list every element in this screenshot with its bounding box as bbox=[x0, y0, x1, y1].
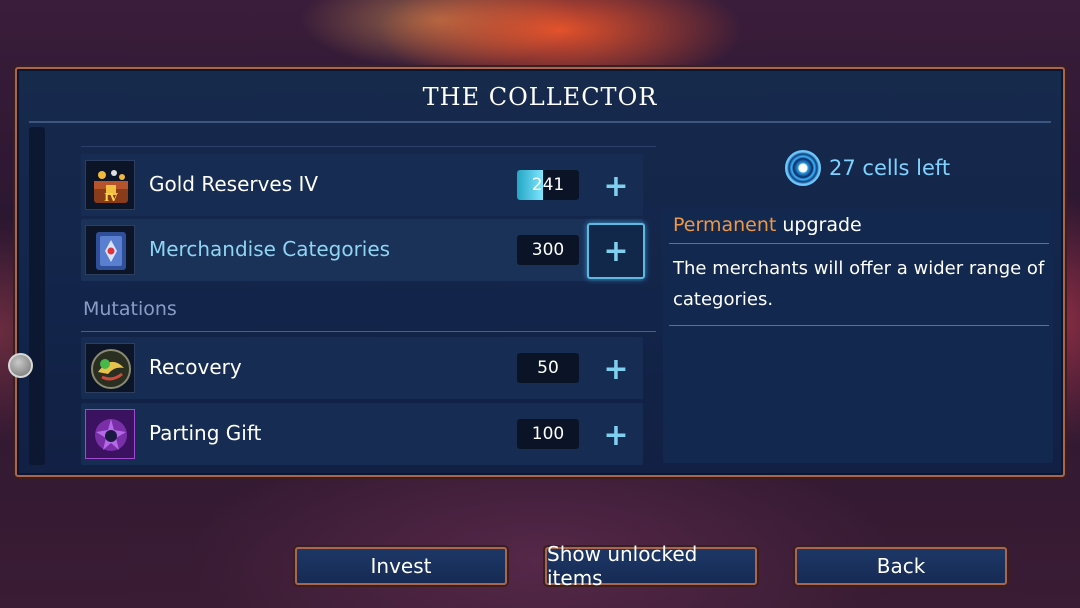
gold-chest-icon: IV bbox=[85, 160, 135, 210]
invest-plus-button[interactable]: + bbox=[587, 341, 645, 397]
upgrade-row-gold-reserves[interactable]: IV Gold Reserves IV 241 + bbox=[81, 154, 643, 216]
recovery-icon bbox=[85, 343, 135, 393]
svg-text:IV: IV bbox=[104, 191, 118, 204]
collector-panel: THE COLLECTOR IV Gold Reserves IV 241 + bbox=[15, 67, 1065, 477]
cells-left-label: 27 cells left bbox=[829, 156, 951, 180]
invest-plus-button[interactable]: + bbox=[587, 407, 645, 463]
merchant-card-icon bbox=[85, 225, 135, 275]
cost-badge: 300 bbox=[517, 235, 579, 265]
cells-counter: 27 cells left bbox=[785, 147, 950, 189]
upgrade-kind-label: upgrade bbox=[776, 214, 862, 236]
invest-plus-button[interactable]: + bbox=[587, 223, 645, 279]
show-unlocked-items-button[interactable]: Show unlocked items bbox=[545, 542, 757, 590]
mutation-label: Recovery bbox=[149, 355, 242, 379]
invest-plus-button[interactable]: + bbox=[587, 158, 645, 214]
permanent-label: Permanent bbox=[673, 214, 777, 236]
cost-badge: 100 bbox=[517, 419, 579, 449]
mutation-row-parting-gift[interactable]: Parting Gift 100 + bbox=[81, 403, 643, 465]
details-pane bbox=[663, 209, 1053, 463]
invest-button[interactable]: Invest bbox=[295, 547, 507, 585]
mutation-row-recovery[interactable]: Recovery 50 + bbox=[81, 337, 643, 399]
cell-icon bbox=[785, 150, 821, 186]
parting-gift-icon bbox=[85, 409, 135, 459]
upgrade-type-heading: Permanent upgrade bbox=[673, 214, 862, 236]
scrollbar-thumb[interactable] bbox=[8, 353, 33, 378]
upgrade-row-merchandise-categories[interactable]: Merchandise Categories 300 + bbox=[81, 219, 645, 281]
mutation-label: Parting Gift bbox=[149, 421, 262, 445]
upgrade-label: Gold Reserves IV bbox=[149, 172, 319, 196]
panel-title: THE COLLECTOR bbox=[422, 83, 658, 111]
mutations-section-label: Mutations bbox=[83, 298, 177, 320]
section-divider bbox=[81, 331, 656, 332]
details-divider bbox=[669, 325, 1049, 326]
upgrade-label: Merchandise Categories bbox=[149, 237, 391, 261]
details-divider bbox=[669, 243, 1049, 244]
cost-badge: 241 bbox=[517, 170, 579, 200]
back-button[interactable]: Back bbox=[795, 547, 1007, 585]
upgrade-description: The merchants will offer a wider range o… bbox=[673, 258, 1045, 310]
cost-badge: 50 bbox=[517, 353, 579, 383]
partial-section-header bbox=[81, 123, 656, 147]
scrollbar-track[interactable] bbox=[29, 127, 45, 465]
